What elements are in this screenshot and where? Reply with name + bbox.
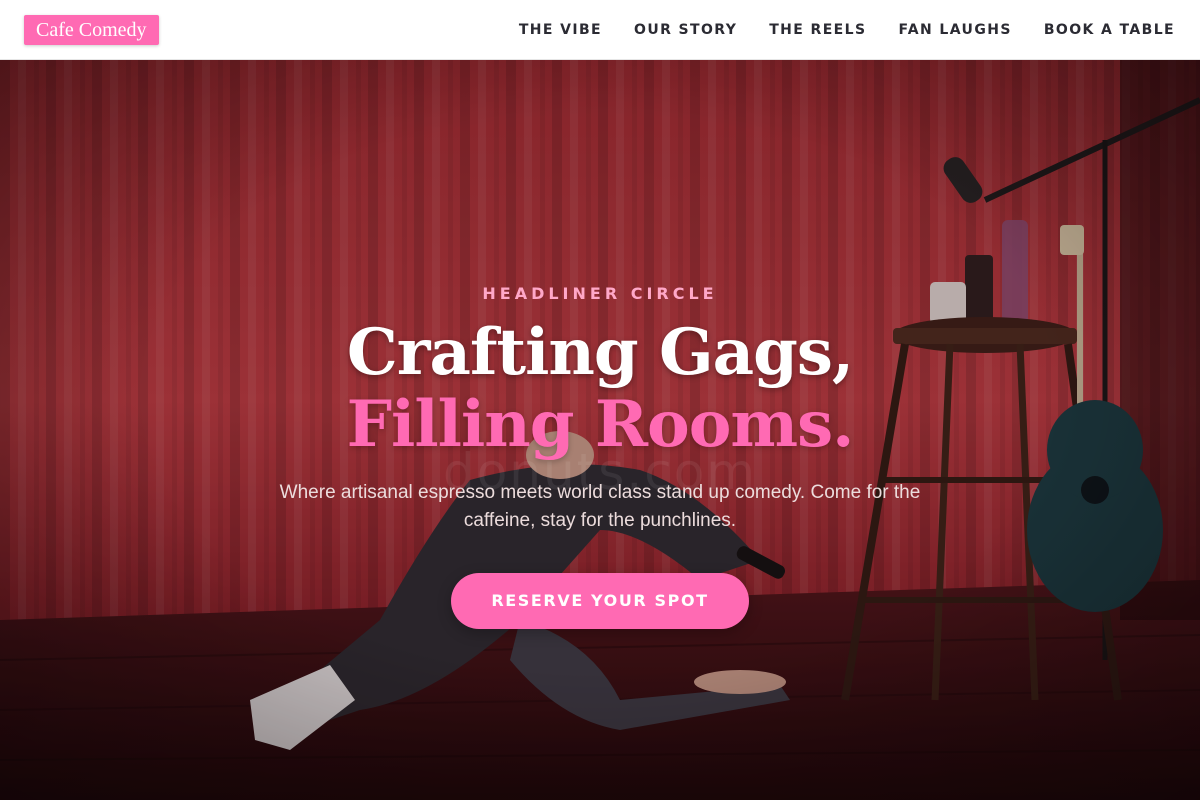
- hero-subtitle: Where artisanal espresso meets world cla…: [279, 482, 921, 531]
- hero-eyebrow: HEADLINER CIRCLE: [482, 284, 718, 303]
- hero-title-line-1: Crafting Gags,: [346, 315, 854, 390]
- main-nav: THE VIBE OUR STORY THE REELS FAN LAUGHS …: [519, 0, 1175, 60]
- nav-item-the-reels[interactable]: THE REELS: [769, 22, 866, 38]
- top-navbar: Cafe Comedy THE VIBE OUR STORY THE REELS…: [0, 0, 1200, 60]
- hero-title: Crafting Gags, Filling Rooms.: [0, 317, 1200, 461]
- reserve-your-spot-button[interactable]: RESERVE YOUR SPOT: [451, 573, 749, 629]
- site-logo[interactable]: Cafe Comedy: [24, 15, 159, 45]
- hero-content: HEADLINER CIRCLE Crafting Gags, Filling …: [0, 283, 1200, 629]
- hero-title-line-2: Filling Rooms.: [346, 387, 855, 462]
- nav-item-fan-laughs[interactable]: FAN LAUGHS: [898, 22, 1011, 38]
- nav-item-the-vibe[interactable]: THE VIBE: [519, 22, 602, 38]
- nav-item-book-a-table[interactable]: BOOK A TABLE: [1044, 22, 1175, 38]
- nav-item-our-story[interactable]: OUR STORY: [634, 22, 737, 38]
- hero-section: donuts.com HEADLINER CIRCLE Crafting Gag…: [0, 60, 1200, 800]
